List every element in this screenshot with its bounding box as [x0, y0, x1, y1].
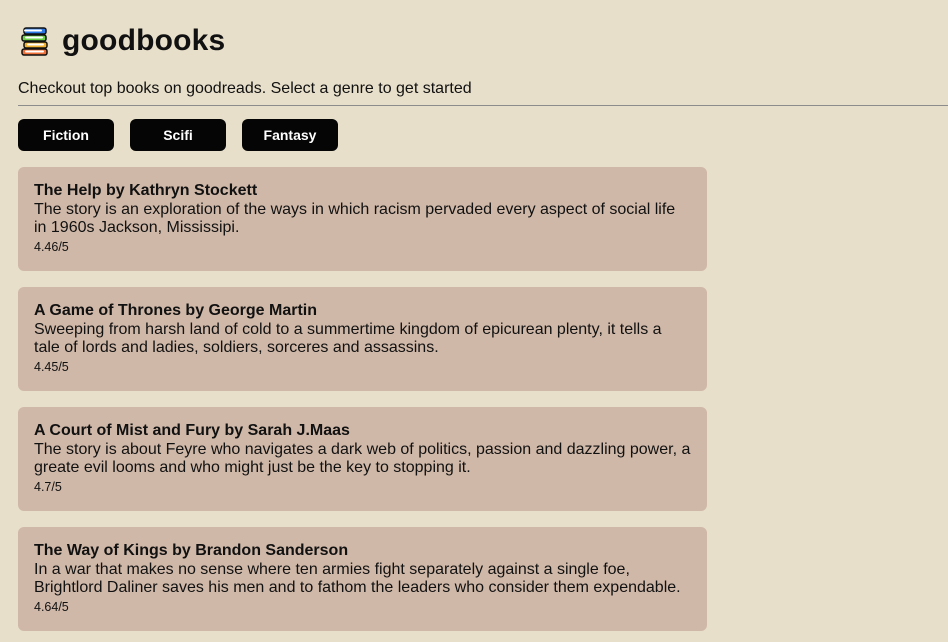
book-title: The Way of Kings by Brandon Sanderson — [34, 542, 349, 559]
book-rating: 4.7/5 — [34, 480, 62, 494]
book-rating: 4.46/5 — [34, 240, 69, 254]
book-title: The Help by Kathryn Stockett — [34, 182, 258, 199]
book-description: The story is an exploration of the ways … — [34, 201, 676, 236]
app-title: goodbooks — [62, 24, 226, 57]
genre-buttons: Fiction Scifi Fantasy — [18, 119, 338, 151]
goodbooks-page: goodbooks Checkout top books on goodread… — [0, 0, 948, 642]
book-rating: 4.64/5 — [34, 600, 69, 614]
book-description: In a war that makes no sense where ten a… — [34, 561, 681, 596]
app-header: goodbooks — [18, 24, 225, 58]
genre-button-scifi[interactable]: Scifi — [130, 119, 226, 151]
book-card: A Court of Mist and Fury by Sarah J.Maas… — [18, 407, 707, 511]
book-list: The Help by Kathryn Stockett The story i… — [18, 167, 707, 631]
genre-button-fantasy[interactable]: Fantasy — [242, 119, 338, 151]
book-rating: 4.45/5 — [34, 360, 69, 374]
page-subtitle: Checkout top books on goodreads. Select … — [18, 80, 472, 97]
genre-button-fiction[interactable]: Fiction — [18, 119, 114, 151]
books-stack-icon — [18, 24, 52, 58]
book-card: The Way of Kings by Brandon Sanderson In… — [18, 527, 707, 631]
book-title: A Game of Thrones by George Martin — [34, 302, 318, 319]
book-description: Sweeping from harsh land of cold to a su… — [34, 321, 662, 356]
book-card: A Game of Thrones by George Martin Sweep… — [18, 287, 707, 391]
header-divider — [18, 105, 948, 106]
book-title: A Court of Mist and Fury by Sarah J.Maas — [34, 422, 350, 439]
book-card: The Help by Kathryn Stockett The story i… — [18, 167, 707, 271]
book-description: The story is about Feyre who navigates a… — [34, 441, 691, 476]
